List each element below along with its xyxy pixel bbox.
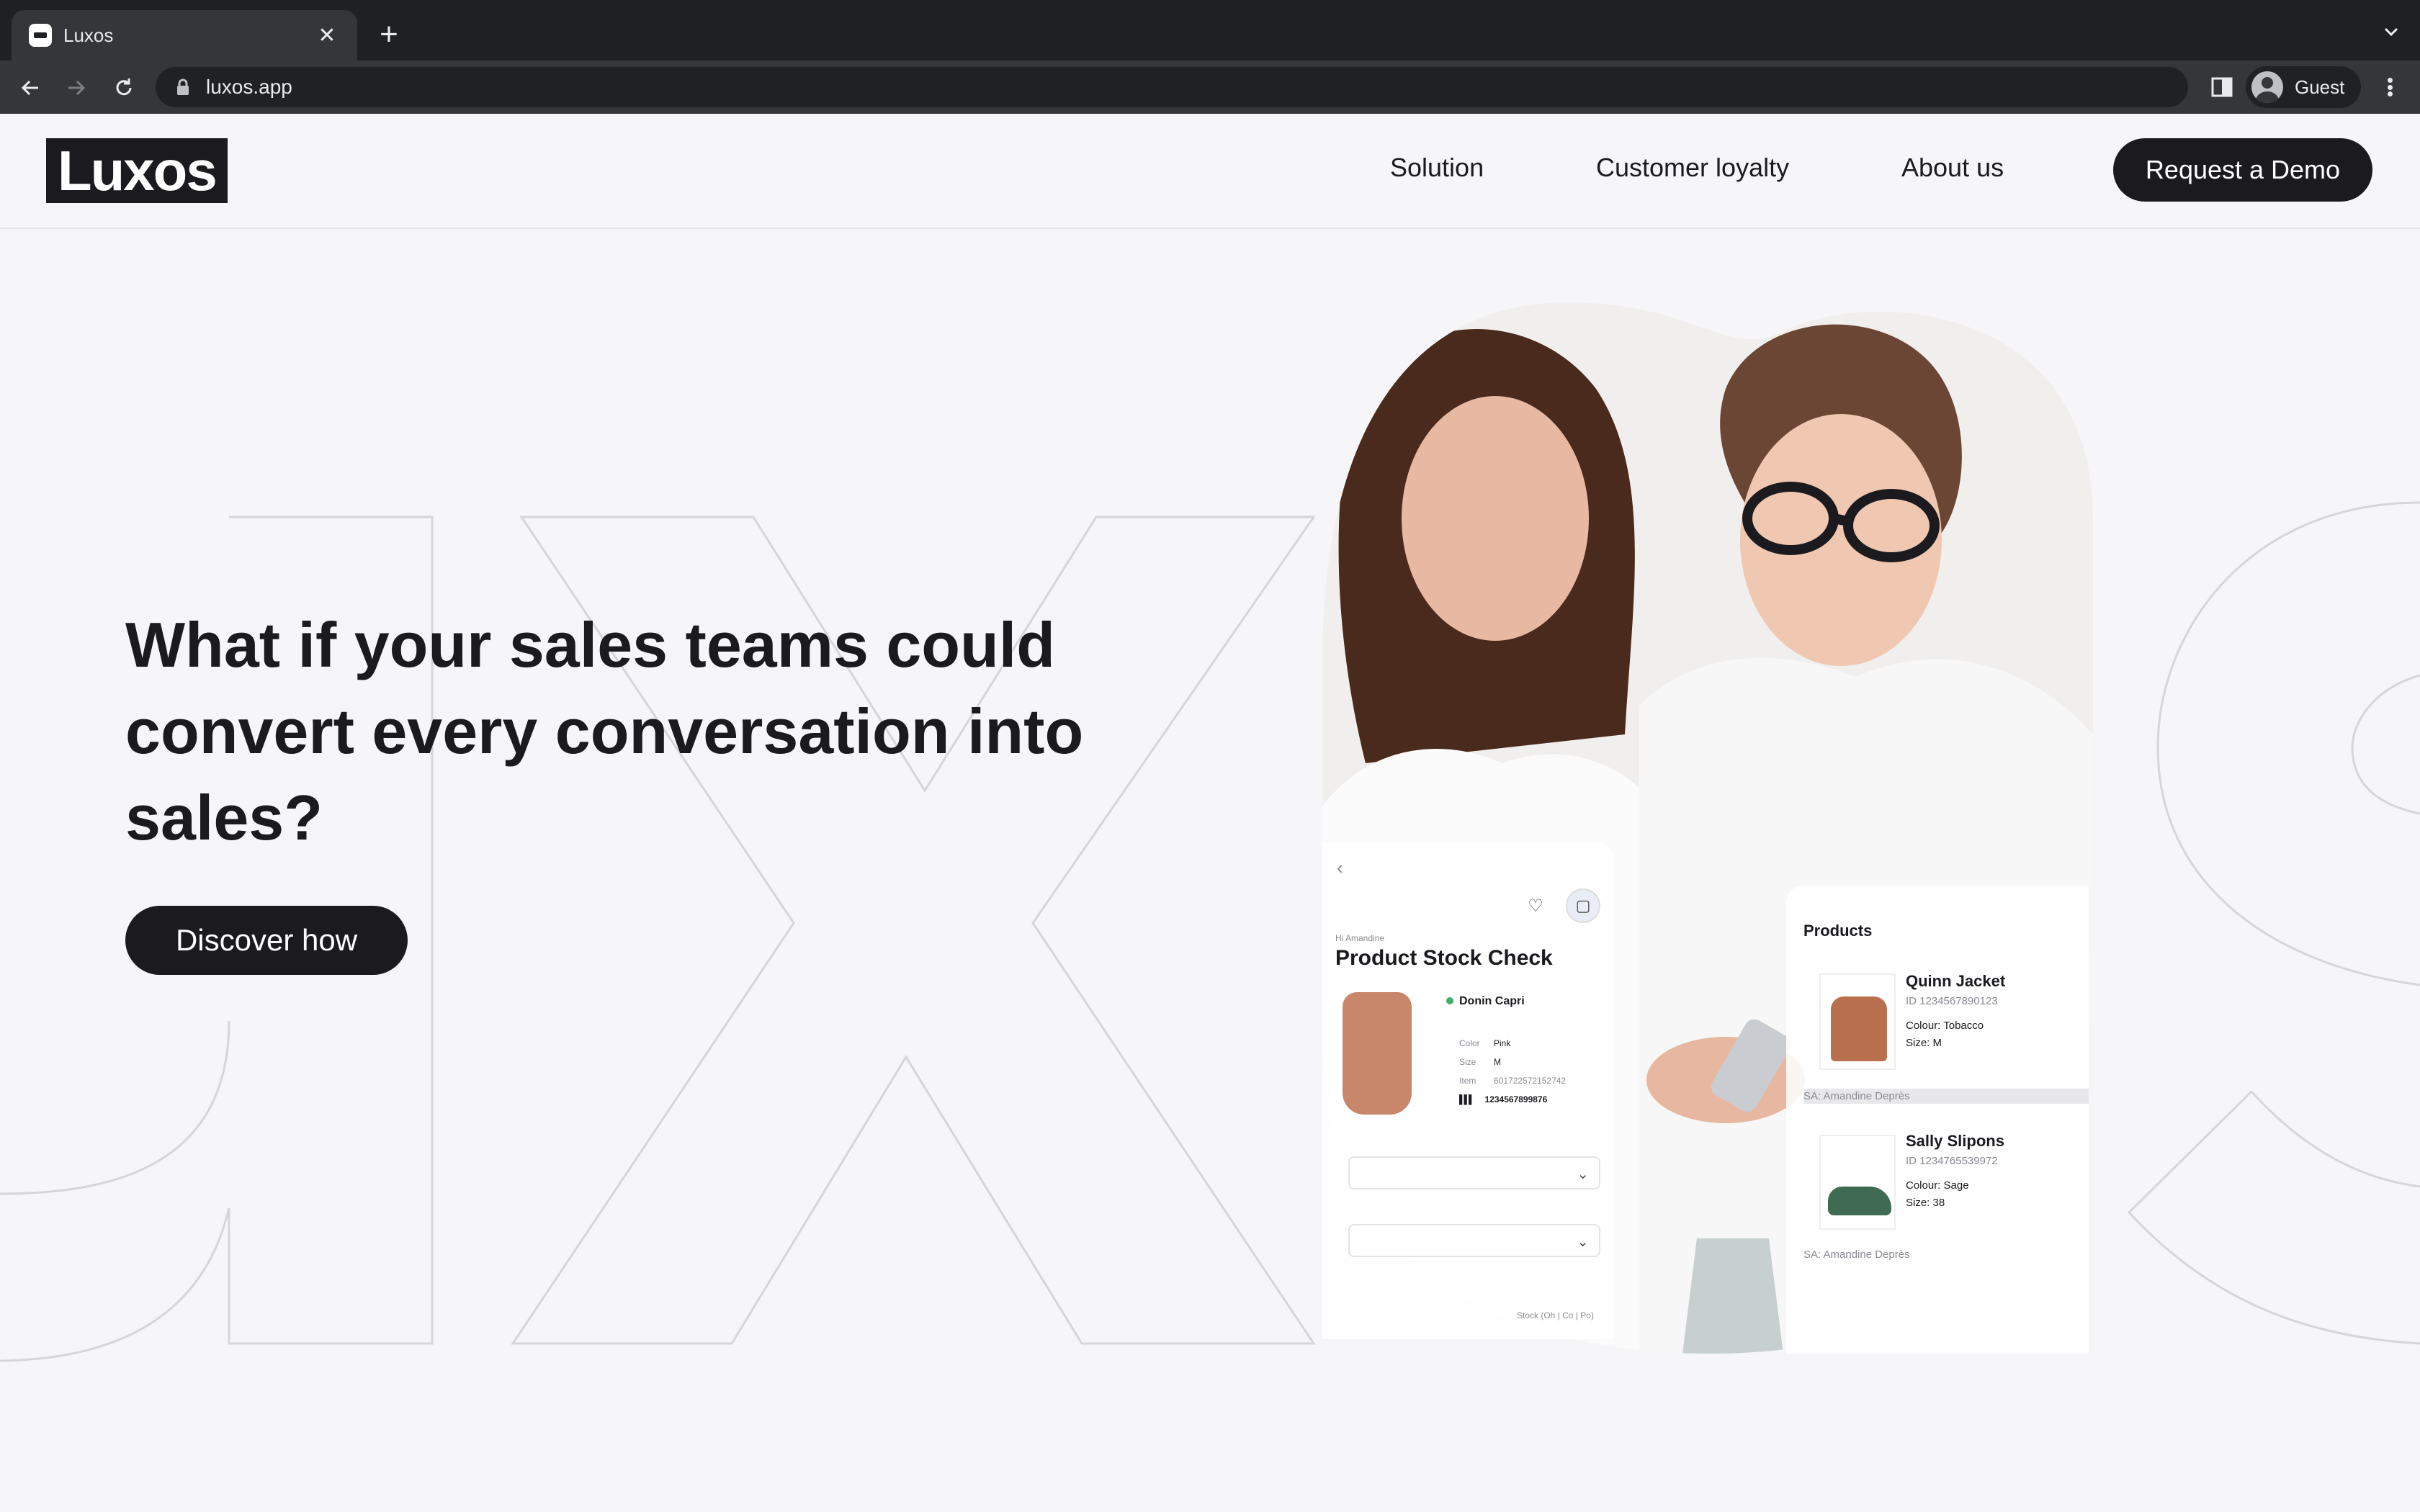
lock-icon — [177, 78, 189, 95]
headline-line-3: sales? — [125, 782, 323, 853]
pants-thumbnail — [1343, 992, 1412, 1115]
headline-line-1: What if your sales teams could — [125, 609, 1055, 680]
attr-label-size: Size — [1459, 1057, 1476, 1067]
favicon-icon — [29, 24, 52, 47]
status-dot-icon — [1446, 997, 1453, 1004]
discover-how-button[interactable]: Discover how — [125, 906, 408, 975]
nav-solution[interactable]: Solution — [1390, 153, 1484, 183]
chevron-left-icon[interactable]: ‹ — [1337, 857, 1343, 879]
profile-button[interactable]: Guest — [2246, 66, 2361, 108]
product-2-id: ID 1234765539972 — [1906, 1155, 1998, 1167]
greeting: Hi Amandine — [1335, 933, 1385, 943]
card-title: Product Stock Check — [1335, 946, 1553, 970]
product-1-sa: SA: Amandine Deprès — [1803, 1089, 2089, 1104]
product-2-colour: Colour: Sage — [1906, 1179, 1969, 1192]
chevron-down-icon: ⌄ — [1577, 1166, 1589, 1182]
reload-icon[interactable] — [108, 72, 140, 104]
back-arrow-icon[interactable] — [14, 72, 46, 104]
tab-title: Luxos — [63, 24, 114, 46]
nav-customer-loyalty[interactable]: Customer loyalty — [1596, 153, 1789, 183]
product-2-size: Size: 38 — [1906, 1197, 1945, 1209]
browser-tab-strip: Luxos ✕ + — [0, 0, 2420, 60]
products-heading: Products — [1803, 922, 1873, 940]
attr-label-color: Color — [1459, 1038, 1480, 1048]
product-1-id: ID 1234567890123 — [1906, 995, 1998, 1007]
browser-tab[interactable]: Luxos ✕ — [12, 10, 357, 60]
headline-line-2: convert every conversation into — [125, 696, 1084, 767]
barcode-icon: ▌▌▌ — [1459, 1094, 1474, 1104]
product-1-size: Size: M — [1906, 1037, 1942, 1049]
products-card: Products Quinn Jacket ID 1234567890123 C… — [1786, 886, 2089, 1354]
barcode: ▌▌▌ 1234567899876 — [1459, 1094, 1548, 1104]
site-logo[interactable]: Luxos — [46, 138, 228, 203]
jacket-thumbnail — [1819, 973, 1896, 1070]
product-1-colour: Colour: Tobacco — [1906, 1020, 1984, 1032]
attr-value-color: Pink — [1494, 1038, 1511, 1048]
dropdown-select-1[interactable]: ⌄ — [1348, 1156, 1600, 1189]
chevron-down-icon[interactable] — [2381, 22, 2401, 42]
request-demo-button[interactable]: Request a Demo — [2113, 138, 2372, 202]
bag-icon[interactable]: ▢ — [1566, 888, 1600, 923]
profile-name: Guest — [2295, 76, 2345, 98]
product-2-name: Sally Slipons — [1906, 1132, 2004, 1150]
browser-toolbar: luxos.app Guest — [0, 60, 2420, 114]
attr-value-item: 601722572152742 — [1494, 1076, 1567, 1086]
heart-icon[interactable]: ♡ — [1518, 888, 1553, 923]
hero-headline: What if your sales teams could convert e… — [125, 602, 1134, 861]
forward-arrow-icon[interactable] — [60, 72, 92, 104]
side-panel-icon[interactable] — [2210, 75, 2234, 99]
new-tab-button[interactable]: + — [375, 16, 403, 53]
url-text: luxos.app — [206, 76, 292, 98]
nav-about-us[interactable]: About us — [1901, 153, 2004, 183]
site-header: Luxos Solution Customer loyalty About us… — [0, 114, 2420, 229]
stock-check-card: ‹ ♡ ▢ Hi Amandine Product Stock Check Do… — [1322, 842, 1614, 1339]
address-bar[interactable]: luxos.app — [156, 67, 2188, 107]
stock-footer: Stock (Oh | Co | Po) — [1517, 1310, 1594, 1320]
product-2-sa: SA: Amandine Deprès — [1803, 1248, 1910, 1261]
attr-label-item: Item — [1459, 1076, 1476, 1086]
product-name: Donin Capri — [1446, 995, 1525, 1008]
attr-value-size: M — [1494, 1057, 1501, 1067]
more-menu-icon[interactable] — [2377, 73, 2403, 101]
avatar-icon — [2251, 71, 2283, 103]
close-tab-icon[interactable]: ✕ — [314, 23, 340, 48]
dropdown-select-2[interactable]: ⌄ — [1348, 1224, 1600, 1257]
slipons-thumbnail — [1819, 1135, 1896, 1230]
chevron-down-icon: ⌄ — [1577, 1234, 1589, 1250]
product-1-name: Quinn Jacket — [1906, 972, 2006, 990]
